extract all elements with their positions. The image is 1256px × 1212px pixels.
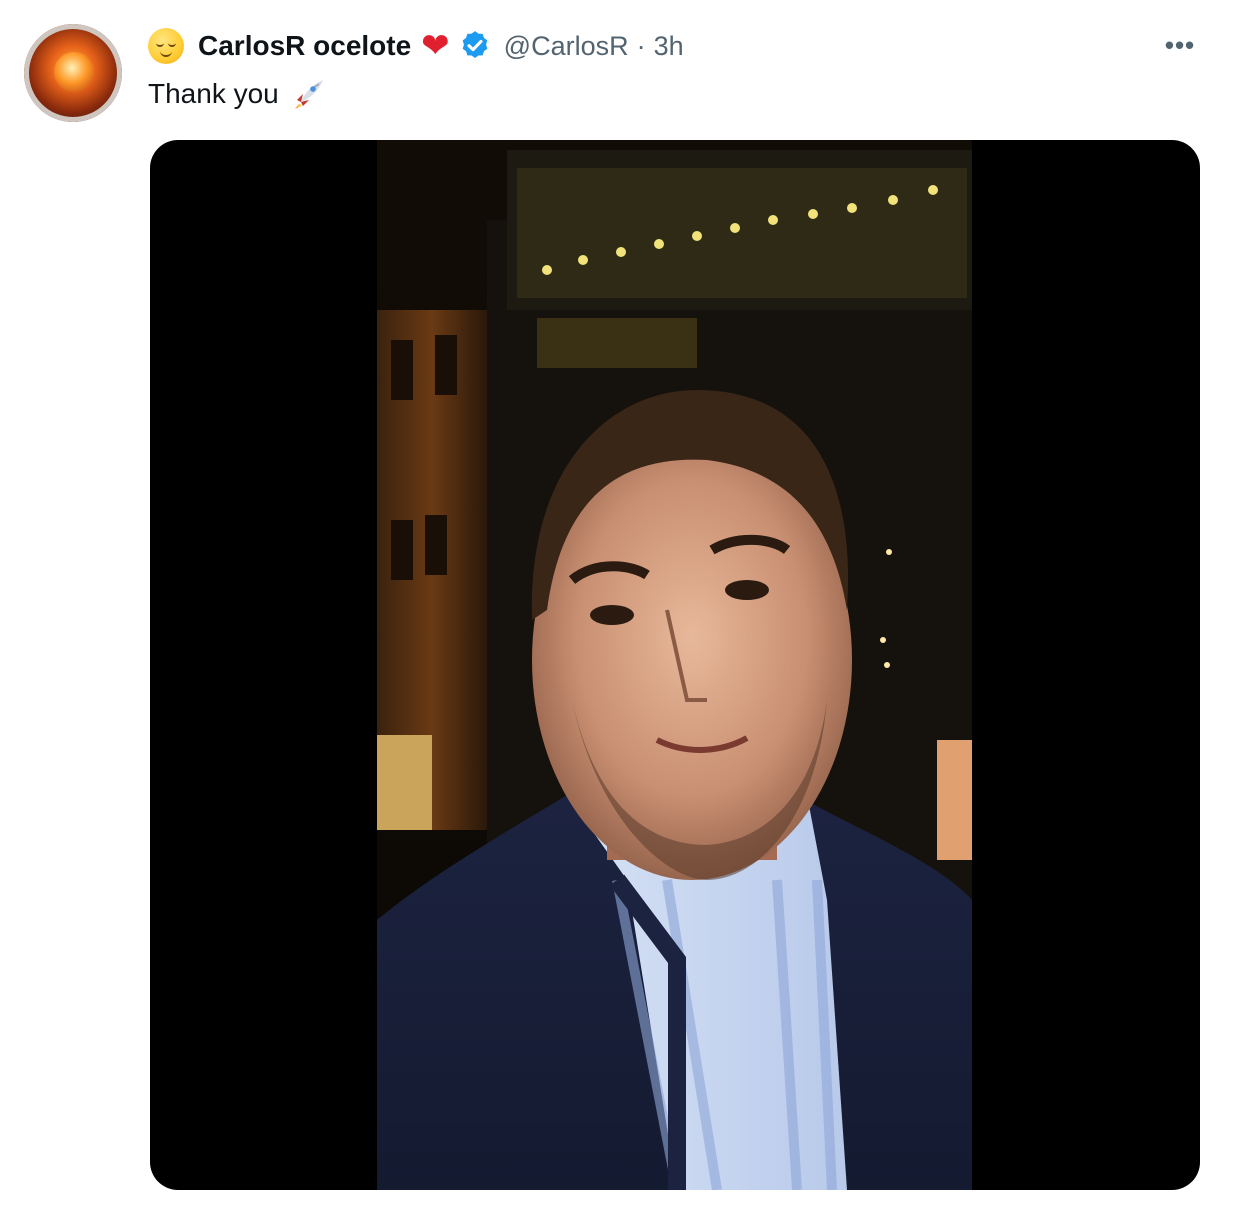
video-thumbnail[interactable] [377,140,972,1190]
avatar[interactable] [24,24,122,122]
rocket-emoji-icon [291,76,327,112]
tweet-card[interactable]: CarlosR ocelote ❤ @CarlosR · 3h ••• Than… [0,0,1256,1212]
relieved-face-emoji-icon [148,28,184,64]
more-options-button[interactable]: ••• [1160,30,1200,60]
red-heart-emoji-icon: ❤ [421,27,450,65]
author-display-name[interactable]: CarlosR ocelote [198,30,411,62]
tweet-text-content: Thank you [148,78,279,109]
tweet-text: Thank you [148,72,327,116]
video-frame-illustration [377,140,972,1190]
verified-badge-icon[interactable] [458,29,492,63]
avatar-graphic [54,52,94,92]
tweet-header: CarlosR ocelote ❤ @CarlosR · 3h [148,26,684,66]
author-handle[interactable]: @CarlosR [504,31,629,62]
tweet-timestamp[interactable]: 3h [654,31,684,62]
separator-dot: · [636,30,646,61]
tweet-media[interactable] [150,140,1200,1190]
